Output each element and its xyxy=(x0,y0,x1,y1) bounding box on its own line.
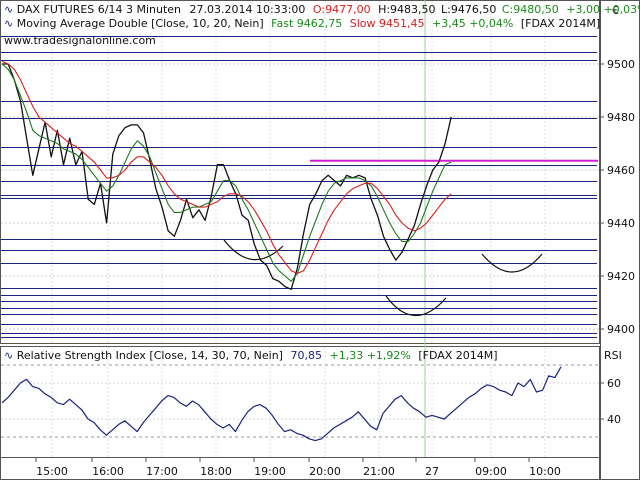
ma-legend-icon: ∿ xyxy=(4,17,17,30)
header-open: O:9477,00 xyxy=(313,3,371,16)
ma-legend-slow: Slow 9451,45 xyxy=(350,17,425,30)
rsi-legend-change: +1,33 +1,92% xyxy=(329,349,410,362)
time-tick-label: 17:00 xyxy=(146,465,178,478)
time-tick-label: 21:00 xyxy=(363,465,395,478)
price-tick-label: 9500 xyxy=(607,58,635,71)
rsi-tick-label: 60 xyxy=(607,377,621,390)
ma-legend-change: +3,45 +0,04% xyxy=(432,17,513,30)
rsi-legend: ∿ Relative Strength Index [Close, 14, 30… xyxy=(4,349,498,362)
time-tick-label: 20:00 xyxy=(309,465,341,478)
time-tick-label: 10:00 xyxy=(529,465,561,478)
time-tick-label: 19:00 xyxy=(254,465,286,478)
time-tick-label: 18:00 xyxy=(200,465,232,478)
time-axis-frame xyxy=(0,457,600,480)
time-tick-label: 09:00 xyxy=(475,465,507,478)
header-icon: ∿ xyxy=(4,3,17,16)
price-tick-label: 9440 xyxy=(607,217,635,230)
watermark: www.tradesignalonline.com xyxy=(4,34,156,47)
rsi-axis-title: RSI xyxy=(604,349,622,362)
price-axis-frame xyxy=(600,0,640,480)
rsi-legend-value: 70,85 xyxy=(290,349,322,362)
price-tick-label: 9420 xyxy=(607,270,635,283)
time-tick-label: 27 xyxy=(425,465,439,478)
time-tick-label: 15:00 xyxy=(36,465,68,478)
ma-legend-fast: Fast 9462,75 xyxy=(271,17,342,30)
time-tick-label: 16:00 xyxy=(92,465,124,478)
price-header: ∿ DAX FUTURES 6/14 3 Minuten 27.03.2014 … xyxy=(4,3,640,16)
price-tick-label: 9460 xyxy=(607,164,635,177)
header-high: H:9483,50 xyxy=(378,3,435,16)
ma-legend-contract: [FDAX 2014M] xyxy=(521,17,600,30)
rsi-legend-label: Relative Strength Index [Close, 14, 30, … xyxy=(17,349,283,362)
rsi-tick-label: 40 xyxy=(607,413,621,426)
header-low: L:9476,50 xyxy=(441,3,496,16)
header-instrument: DAX FUTURES 6/14 3 Minuten xyxy=(17,3,181,16)
header-close: C:9480,50 xyxy=(502,3,559,16)
ma-legend-label: Moving Average Double [Close, 10, 20, Ne… xyxy=(17,17,264,30)
rsi-legend-icon: ∿ xyxy=(4,349,17,362)
price-tick-label: 9400 xyxy=(607,323,635,336)
header-timestamp: 27.03.2014 10:33:00 xyxy=(190,3,306,16)
rsi-legend-contract: [FDAX 2014M] xyxy=(418,349,497,362)
price-tick-label: 9480 xyxy=(607,111,635,124)
header-change: +3,00 +0,03% xyxy=(566,3,640,16)
chart-canvas: 9400 9420 9440 9460 9480 9500 40 60 15:00 16:00… xyxy=(0,0,640,480)
ma-legend: ∿ Moving Average Double [Close, 10, 20, … xyxy=(4,17,600,30)
